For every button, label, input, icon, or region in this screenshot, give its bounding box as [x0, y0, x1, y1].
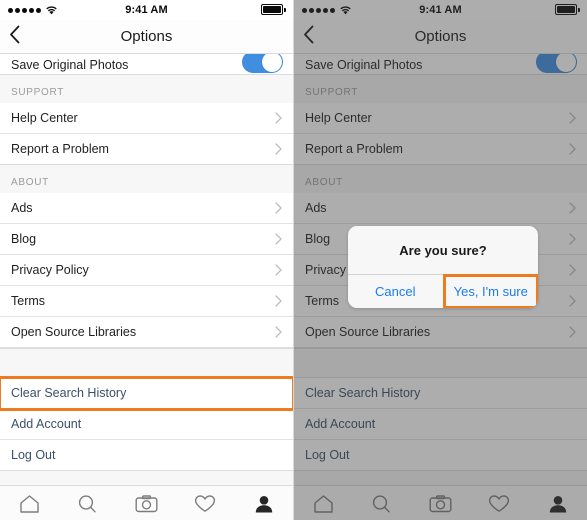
search-icon: [77, 494, 98, 514]
list-item-label: Blog: [11, 232, 37, 246]
list-item-open-source-libraries[interactable]: Open Source Libraries: [0, 317, 293, 348]
status-bar: 9:41 AM: [0, 0, 293, 20]
chevron-right-icon: [275, 233, 282, 245]
tab-bar[interactable]: [0, 485, 293, 520]
options-list[interactable]: Save Original Photos SUPPORT Help Center…: [0, 54, 293, 485]
list-item-label: Add Account: [11, 417, 82, 431]
cancel-button[interactable]: Cancel: [348, 275, 444, 308]
list-item-report-a-problem[interactable]: Report a Problem: [0, 134, 293, 165]
list-item-add-account[interactable]: Add Account: [0, 409, 293, 440]
chevron-right-icon: [275, 264, 282, 276]
chevron-right-icon: [275, 143, 282, 155]
tab-profile[interactable]: [234, 486, 293, 520]
section-account-actions: Clear Search History Add Account Log Out: [0, 376, 293, 471]
back-button[interactable]: [9, 20, 37, 53]
tab-search[interactable]: [59, 486, 118, 520]
list-item-label: Clear Search History: [11, 386, 127, 400]
section-header-support: SUPPORT: [0, 75, 293, 103]
chevron-left-icon: [9, 25, 20, 49]
comparison-stage: 9:41 AM Options Save Original Photos SUP…: [0, 0, 587, 520]
save-original-photos-toggle[interactable]: [242, 54, 283, 73]
phone-screen-after: 9:41 AM Options Save Original Photos SUP…: [294, 0, 587, 520]
section-header-about: ABOUT: [0, 165, 293, 193]
home-icon: [19, 494, 40, 514]
tab-home[interactable]: [0, 486, 59, 520]
chevron-right-icon: [275, 295, 282, 307]
list-item-label: Report a Problem: [11, 142, 109, 156]
dialog-title: Are you sure?: [348, 226, 538, 275]
list-item-help-center[interactable]: Help Center: [0, 103, 293, 134]
confirm-button[interactable]: Yes, I'm sure: [442, 274, 538, 308]
status-bar-clock: 9:41 AM: [125, 4, 168, 16]
list-item-label: Ads: [11, 201, 33, 215]
list-item-save-original-photos[interactable]: Save Original Photos: [0, 54, 293, 75]
list-item-privacy-policy[interactable]: Privacy Policy: [0, 255, 293, 286]
list-item-log-out[interactable]: Log Out: [0, 440, 293, 471]
list-item-label: Log Out: [11, 448, 56, 462]
chevron-right-icon: [275, 202, 282, 214]
chevron-right-icon: [275, 112, 282, 124]
tab-activity[interactable]: [176, 486, 235, 520]
page-title: Options: [120, 28, 173, 45]
list-item-ads[interactable]: Ads: [0, 193, 293, 224]
list-item-label: Help Center: [11, 111, 78, 125]
battery-full-icon: [261, 4, 286, 15]
list-item-label: Open Source Libraries: [11, 325, 137, 339]
heart-icon: [194, 494, 216, 514]
list-item-terms[interactable]: Terms: [0, 286, 293, 317]
section-about: Ads Blog Privacy Policy Terms Open Sourc…: [0, 193, 293, 348]
profile-icon: [254, 494, 274, 514]
list-item-label: Privacy Policy: [11, 263, 89, 277]
section-support: Help Center Report a Problem: [0, 103, 293, 165]
dialog-actions: Cancel Yes, I'm sure: [348, 274, 538, 308]
list-item-label: Terms: [11, 294, 46, 308]
camera-icon: [135, 494, 158, 514]
confirm-dialog: Are you sure? Cancel Yes, I'm sure: [348, 226, 538, 308]
nav-bar: Options: [0, 20, 293, 54]
tab-camera[interactable]: [117, 486, 176, 520]
list-item-clear-search-history[interactable]: Clear Search History: [0, 376, 293, 411]
phone-screen-before: 9:41 AM Options Save Original Photos SUP…: [0, 0, 293, 520]
list-item-blog[interactable]: Blog: [0, 224, 293, 255]
section-gap: [0, 348, 293, 378]
chevron-right-icon: [275, 326, 282, 338]
